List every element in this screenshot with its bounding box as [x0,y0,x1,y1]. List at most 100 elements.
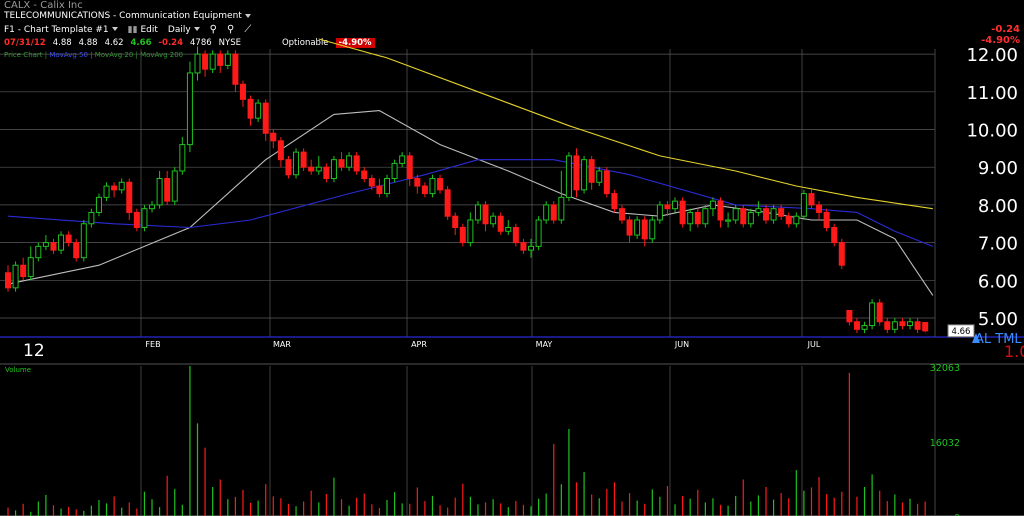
quote-open: 4.88 [52,38,72,48]
candle-body [550,204,557,221]
candle-body [353,155,360,172]
candle-body [452,215,459,229]
chevron-down-icon [244,13,251,18]
legend-ma200: MovAvg 200 [140,51,184,59]
candle-body [694,211,701,225]
volume-tick-label: 32063 [930,363,960,374]
candle-body [141,208,148,229]
candle-body [164,178,171,202]
candle-body [573,155,580,191]
candle-body [808,193,815,206]
candle-body [384,178,390,195]
template-label: F1 - Chart Template #1 [4,24,109,35]
candle-body [869,302,876,327]
candle-body [482,204,489,225]
candle-body [239,83,246,100]
candle-body [520,242,527,251]
candle-body [778,208,785,217]
candle-body [861,325,868,330]
ma50-line [7,159,934,247]
candle-body [641,219,648,240]
candle-body [838,242,845,266]
candle-body [421,185,428,195]
candle-body [512,227,519,244]
candle-body [596,170,603,183]
candle-body [618,208,625,221]
chevron-down-icon [193,27,200,31]
candle-body [270,132,277,142]
candle-body [346,155,353,168]
quote-close: 4.66 [130,38,152,48]
candle-body [111,185,118,191]
candle-body [186,72,193,146]
candle-body [853,321,860,330]
candle-body [846,309,853,323]
quote-bar: 07/31/12 4.88 4.88 4.62 4.66 -0.24 4786 … [4,38,375,48]
indicator-legend: Price Chart | MovAvg 50 | MovAvg 20 | Mo… [4,51,184,59]
sector-dropdown[interactable]: TELECOMMUNICATIONS - Communication Equip… [4,11,251,21]
candle-body [293,151,300,176]
candle-body [429,178,436,195]
candle-body [922,322,929,332]
candle-body [747,211,754,225]
candle-body [209,53,216,70]
edit-label: Edit [140,24,158,35]
template-dropdown[interactable]: F1 - Chart Template #1 [4,25,118,35]
candle-body [232,53,239,85]
candle-body [171,170,178,202]
candle-body [285,159,292,176]
price-tick-label: 6.00 [978,271,1018,292]
candle-body [603,170,610,195]
candle-body [800,193,807,217]
candle-body [634,219,641,236]
candle-body [27,257,34,278]
ticker-title: CALX - Calix Inc [4,0,83,11]
ma20-line [7,110,934,296]
price-volume-chart[interactable]: 12.00 11.00 10.00 9.00 8.00 7.00 6.00 5.00 FEB MA… [0,0,1024,516]
candle-body [361,170,368,180]
candle-body [588,159,595,183]
candle-body [247,98,254,119]
optionable-label: Optionable [281,38,329,48]
zoom-out-icon[interactable]: ⚲ [227,24,234,35]
edit-button[interactable]: ▮▮ Edit [128,25,158,35]
candle-body [725,219,732,222]
candle-body [656,204,663,221]
candle-body [262,102,269,134]
candle-body [368,178,375,187]
right-pct: -4.90% [981,35,1020,46]
candle-body [255,102,262,119]
volume-label: Volume [5,366,31,374]
candle-body [702,208,709,225]
candle-body [467,219,474,244]
candle-body [535,219,542,247]
price-tick-label: 8.00 [978,196,1018,217]
zoom-in-icon[interactable]: ⚲ [210,24,217,35]
month-label: FEB [145,340,160,349]
month-label: MAY [536,340,553,349]
draw-line-icon[interactable]: ⟋ [244,24,251,35]
candle-body [740,208,747,225]
price-watermark: AL TML [975,332,1022,347]
month-label: APR [411,340,427,349]
candle-body [785,215,792,225]
candle-body [763,208,769,221]
chart-toolbar: F1 - Chart Template #1 ▮▮ Edit Daily ⚲ ⚲… [4,24,251,35]
candle-body [149,204,156,210]
candle-body [884,321,891,330]
period-dropdown[interactable]: Daily [168,25,200,35]
candle-body [709,200,716,210]
candle-body [581,159,588,191]
candle-body [95,196,102,213]
candle-body [5,272,11,289]
candle-body [444,189,451,217]
quote-date: 07/31/12 [4,38,46,48]
candle-body [80,223,87,259]
right-change: -0.24 [991,24,1020,35]
candle-body [414,178,421,187]
candle-body [914,321,921,330]
candle-body [497,215,504,232]
candle-body [133,211,140,229]
last-price-box [947,324,975,338]
candle-body [406,155,413,180]
